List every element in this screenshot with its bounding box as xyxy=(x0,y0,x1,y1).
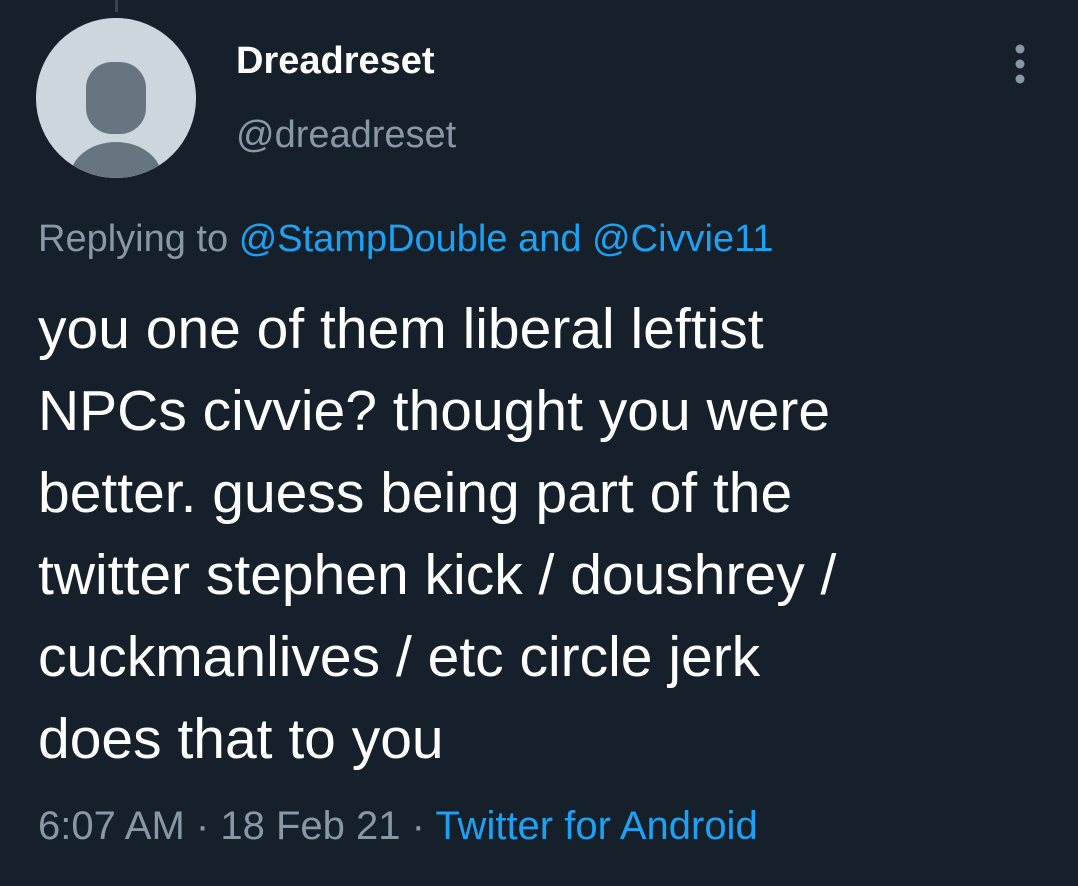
thread-connector-line xyxy=(115,0,118,12)
tweet-metadata: 6:07 AM · 18 Feb 21 · Twitter for Androi… xyxy=(38,804,758,849)
more-vertical-icon xyxy=(1015,44,1025,84)
tweet-source-link[interactable]: Twitter for Android xyxy=(435,804,757,848)
mention-stampdouble[interactable]: @StampDouble xyxy=(239,218,508,260)
meta-separator-2: · xyxy=(411,804,425,848)
replying-to-line: Replying to @StampDouble and @Civvie11 xyxy=(38,218,774,261)
default-avatar-icon xyxy=(36,18,196,178)
mention-civvie11[interactable]: @Civvie11 xyxy=(592,218,773,260)
tweet-detail: Dreadreset @dreadreset Replying to @Stam… xyxy=(0,0,1078,886)
avatar[interactable] xyxy=(36,18,196,178)
user-handle[interactable]: @dreadreset xyxy=(236,114,456,157)
display-name[interactable]: Dreadreset xyxy=(236,40,435,83)
replying-to-label: Replying to xyxy=(38,218,229,260)
tweet-time: 6:07 AM xyxy=(38,804,185,848)
tweet-date: 18 Feb 21 xyxy=(220,804,401,848)
meta-separator-1: · xyxy=(195,804,210,848)
more-options-button[interactable] xyxy=(1004,40,1036,90)
replying-joiner[interactable]: and xyxy=(518,218,581,260)
tweet-text: you one of them liberal leftist NPCs civ… xyxy=(38,297,837,771)
